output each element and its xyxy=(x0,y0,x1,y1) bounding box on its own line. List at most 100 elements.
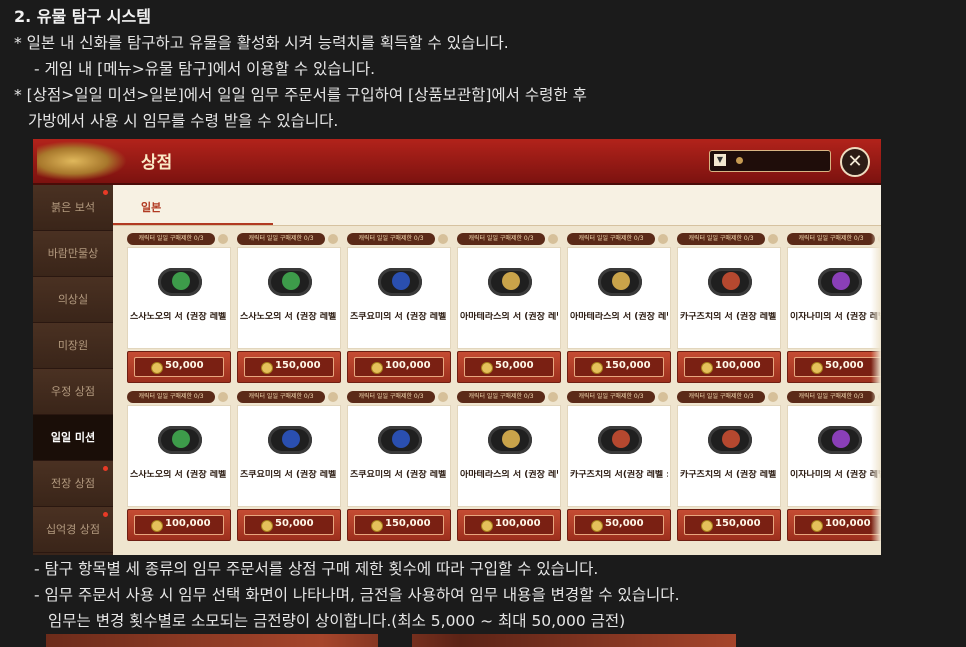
shop-item-card[interactable]: 캐릭터 일일 구매제한 0/3 츠쿠요미의 서 (권장 레벨 : 370 ~ 49… xyxy=(347,233,451,383)
shop-item-card[interactable]: 캐릭터 일일 구매제한 0/3 카구츠치의 서(권장 레벨 : 250 ~ 369… xyxy=(567,391,671,541)
price-box: 150,000 xyxy=(574,357,664,377)
buy-button[interactable]: 50,000 xyxy=(787,351,881,383)
price-box: 50,000 xyxy=(244,515,334,535)
purchase-limit-badge: 캐릭터 일일 구매제한 0/3 xyxy=(127,233,215,245)
shop-item-card[interactable]: 캐릭터 일일 구매제한 0/3 츠쿠요미의 서 (권장 레벨 : 250 ~ 36… xyxy=(237,391,341,541)
item-body: 스사노오의 서 (권장 레벨 : 500 ~ ) xyxy=(237,247,341,349)
text-line: 가방에서 사용 시 임무를 수령 받을 수 있습니다. xyxy=(28,112,339,130)
info-icon[interactable] xyxy=(438,234,448,244)
scroll-emblem-icon xyxy=(172,430,190,448)
coin-icon xyxy=(151,520,163,532)
sidebar-item[interactable]: 미장원 xyxy=(33,323,113,369)
purchase-limit-badge: 캐릭터 일일 구매제한 0/3 xyxy=(347,233,435,245)
shop-item-card[interactable]: 캐릭터 일일 구매제한 0/3 스사노오의 서 (권장 레벨 : 500 ~ ) 1… xyxy=(237,233,341,383)
sidebar-item[interactable]: 붉은 보석 xyxy=(33,185,113,231)
buy-button[interactable]: 50,000 xyxy=(457,351,561,383)
shop-header: 상점 ▼ ✕ xyxy=(33,139,881,185)
info-icon[interactable] xyxy=(658,392,668,402)
sidebar-item[interactable]: 바람만물상 xyxy=(33,231,113,277)
item-name: 아마테라스의 서 (권장 레벨 : 500 ~ ) xyxy=(570,312,668,322)
info-icon[interactable] xyxy=(328,234,338,244)
buy-button[interactable]: 100,000 xyxy=(787,509,881,541)
sidebar-item[interactable]: 십억경 상점 xyxy=(33,507,113,553)
purchase-limit-badge: 캐릭터 일일 구매제한 0/3 xyxy=(237,233,325,245)
item-price: 100,000 xyxy=(825,518,871,529)
info-icon[interactable] xyxy=(658,234,668,244)
item-price: 50,000 xyxy=(165,360,204,371)
item-name: 카구츠치의 서 (권장 레벨 : 370 ~ 499) xyxy=(680,312,778,322)
info-icon[interactable] xyxy=(328,392,338,402)
coin-icon xyxy=(151,362,163,374)
purchase-limit-badge: 캐릭터 일일 구매제한 0/3 xyxy=(787,233,875,245)
purchase-limit-badge: 캐릭터 일일 구매제한 0/3 xyxy=(457,391,545,403)
sidebar-item-label: 의상실 xyxy=(57,293,89,306)
notification-dot xyxy=(103,512,108,517)
price-box: 50,000 xyxy=(574,515,664,535)
item-name: 이자나미의 서 (권장 레벨 : 370 ~ 499) xyxy=(790,470,881,480)
item-price: 150,000 xyxy=(605,360,651,371)
scroll-emblem-icon xyxy=(502,430,520,448)
info-icon[interactable] xyxy=(768,234,778,244)
item-body: 츠쿠요미의 서 (권장 레벨 : 370 ~ 499) xyxy=(347,247,451,349)
scroll-emblem-icon xyxy=(282,272,300,290)
notification-dot xyxy=(103,190,108,195)
shop-content: 일본 캐릭터 일일 구매제한 0/3 스사노오의 서 (권장 레벨 : 250 ~… xyxy=(113,185,881,555)
buy-button[interactable]: 50,000 xyxy=(237,509,341,541)
item-name: 스사노오의 서 (권장 레벨 : 250 ~ 369) xyxy=(130,312,228,322)
info-icon[interactable] xyxy=(218,392,228,402)
buy-button[interactable]: 150,000 xyxy=(347,509,451,541)
sidebar-item[interactable]: 의상실 xyxy=(33,277,113,323)
close-button[interactable]: ✕ xyxy=(840,147,870,177)
item-name: 츠쿠요미의 서 (권장 레벨 : 250 ~ 369) xyxy=(240,470,338,480)
coin-icon xyxy=(811,362,823,374)
sidebar-item[interactable]: 우정 상점 xyxy=(33,369,113,415)
buy-button[interactable]: 50,000 xyxy=(127,351,231,383)
buy-button[interactable]: 150,000 xyxy=(677,509,781,541)
shop-item-card[interactable]: 캐릭터 일일 구매제한 0/3 아마테라스의 서 (권장 레벨 : 370 ~ 4… xyxy=(457,391,561,541)
scroll-emblem-icon xyxy=(722,272,740,290)
buy-button[interactable]: 50,000 xyxy=(567,509,671,541)
item-price: 50,000 xyxy=(275,518,314,529)
shop-item-card[interactable]: 캐릭터 일일 구매제한 0/3 아마테라스의 서 (권장 레벨 : 250 ~ 3… xyxy=(457,233,561,383)
price-box: 100,000 xyxy=(684,357,774,377)
info-icon[interactable] xyxy=(438,392,448,402)
info-icon[interactable] xyxy=(768,392,778,402)
buy-button[interactable]: 100,000 xyxy=(457,509,561,541)
sidebar-item-label: 전장 상점 xyxy=(51,477,95,490)
shop-item-card[interactable]: 캐릭터 일일 구매제한 0/3 아마테라스의 서 (권장 레벨 : 500 ~ )… xyxy=(567,233,671,383)
info-icon[interactable] xyxy=(548,392,558,402)
scroll-emblem-icon xyxy=(612,272,630,290)
price-box: 150,000 xyxy=(684,515,774,535)
item-price: 150,000 xyxy=(275,360,321,371)
tab-japan[interactable]: 일본 xyxy=(141,199,161,215)
shop-item-card[interactable]: 캐릭터 일일 구매제한 0/3 스사노오의 서 (권장 레벨 : 250 ~ 36… xyxy=(127,233,231,383)
document-continued: - 탐구 항목별 세 종류의 임무 주문서를 상점 구매 제한 횟수에 따라 구… xyxy=(34,556,966,634)
item-price: 100,000 xyxy=(715,360,761,371)
shop-item-card[interactable]: 캐릭터 일일 구매제한 0/3 이자나미의 서 (권장 레벨 : 370 ~ 49… xyxy=(787,391,881,541)
buy-button[interactable]: 150,000 xyxy=(567,351,671,383)
price-box: 150,000 xyxy=(354,515,444,535)
sidebar-item-label: 바람만물상 xyxy=(47,247,99,260)
shop-item-card[interactable]: 캐릭터 일일 구매제한 0/3 이자나미의 서 (권장 레벨 : 250 ~ 36… xyxy=(787,233,881,383)
item-name: 카구츠치의 서(권장 레벨 : 250 ~ 369) xyxy=(570,470,668,480)
sidebar-item[interactable]: 일일 미션 xyxy=(33,415,113,461)
buy-button[interactable]: 100,000 xyxy=(127,509,231,541)
buy-button[interactable]: 100,000 xyxy=(347,351,451,383)
shop-item-card[interactable]: 캐릭터 일일 구매제한 0/3 스사노오의 서 (권장 레벨 : 370 ~ 49… xyxy=(127,391,231,541)
item-body: 스사노오의 서 (권장 레벨 : 250 ~ 369) xyxy=(127,247,231,349)
coin-icon xyxy=(481,362,493,374)
buy-button[interactable]: 150,000 xyxy=(237,351,341,383)
shop-item-card[interactable]: 캐릭터 일일 구매제한 0/3 카구츠치의 서 (권장 레벨 : 500 ~ ) 1… xyxy=(677,391,781,541)
sidebar-item-label: 일일 미션 xyxy=(50,431,96,444)
shop-item-card[interactable]: 캐릭터 일일 구매제한 0/3 카구츠치의 서 (권장 레벨 : 370 ~ 49… xyxy=(677,233,781,383)
text-line: * 일본 내 신화를 탐구하고 유물을 활성화 시켜 능력치를 획득할 수 있습… xyxy=(14,34,509,52)
item-price: 50,000 xyxy=(495,360,534,371)
scroll-emblem-icon xyxy=(172,272,190,290)
info-icon[interactable] xyxy=(218,234,228,244)
buy-button[interactable]: 100,000 xyxy=(677,351,781,383)
shop-filter-dropdown[interactable]: ▼ xyxy=(709,150,831,172)
purchase-limit-badge: 캐릭터 일일 구매제한 0/3 xyxy=(127,391,215,403)
sidebar-item[interactable]: 전장 상점 xyxy=(33,461,113,507)
info-icon[interactable] xyxy=(548,234,558,244)
shop-item-card[interactable]: 캐릭터 일일 구매제한 0/3 츠쿠요미의 서 (권장 레벨 : 500 ~ ) 1… xyxy=(347,391,451,541)
